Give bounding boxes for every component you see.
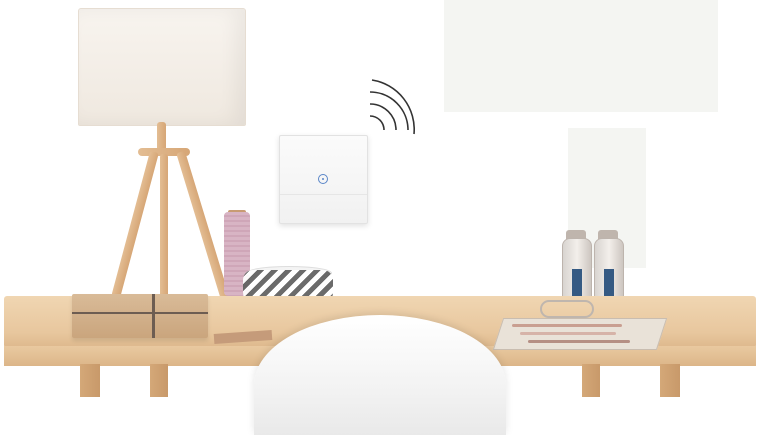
pencil bbox=[512, 324, 622, 327]
lamp-leg bbox=[160, 154, 168, 302]
switch-divider bbox=[280, 194, 367, 195]
desk-scene bbox=[0, 0, 757, 435]
lamp-shade bbox=[78, 8, 246, 126]
sunglasses bbox=[540, 300, 594, 318]
desk-leg bbox=[80, 364, 100, 397]
desk-leg bbox=[582, 364, 600, 397]
background-panel bbox=[444, 0, 718, 112]
gift-string bbox=[72, 312, 208, 314]
desk-leg bbox=[150, 364, 168, 397]
desk-leg bbox=[660, 364, 680, 397]
power-button-icon[interactable] bbox=[318, 174, 328, 184]
gift-string bbox=[152, 294, 155, 338]
wrapped-gift-box bbox=[72, 294, 208, 338]
wifi-signal-icon bbox=[369, 79, 415, 135]
pencil bbox=[528, 340, 630, 343]
lamp-leg bbox=[111, 150, 159, 299]
pencil bbox=[520, 332, 616, 335]
smart-switch-panel bbox=[279, 135, 368, 224]
